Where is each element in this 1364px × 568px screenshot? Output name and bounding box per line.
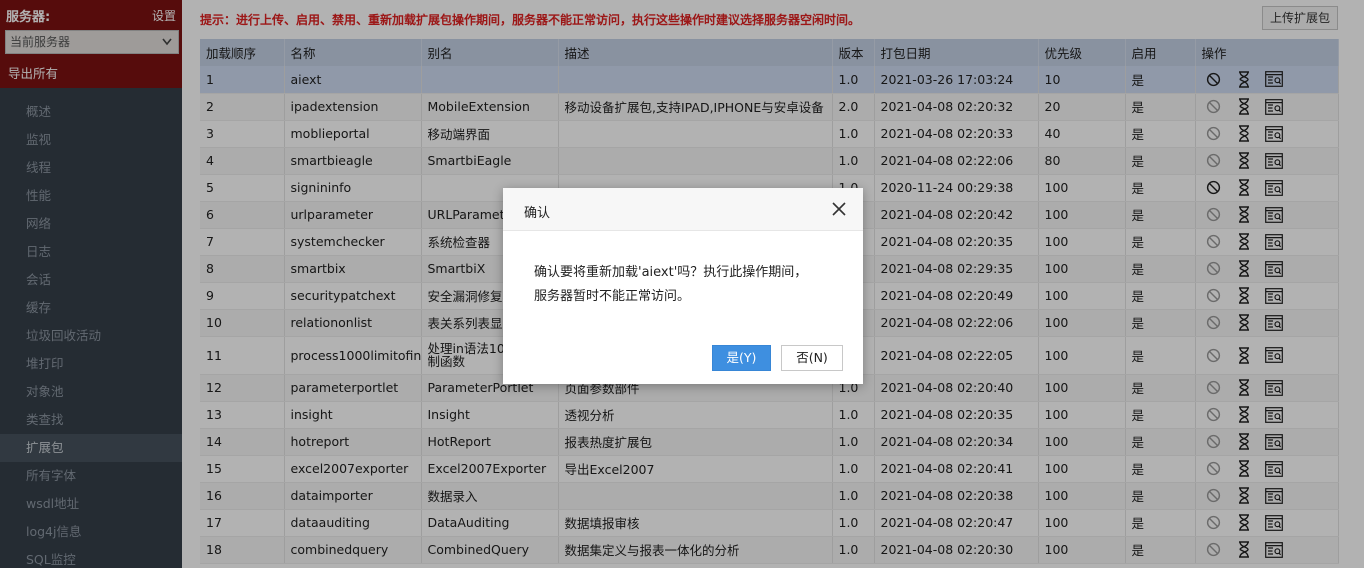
dialog-title: 确认 (524, 206, 551, 221)
confirm-dialog: 确认 确认要将重新加载'aiext'吗？执行此操作期间， 服务器暂时不能正常访问… (503, 188, 863, 384)
yes-button[interactable]: 是(Y) (712, 345, 771, 371)
dialog-message-line1: 确认要将重新加载'aiext'吗？执行此操作期间， (534, 265, 808, 280)
dialog-message: 确认要将重新加载'aiext'吗？执行此操作期间， 服务器暂时不能正常访问。 (534, 261, 834, 309)
dialog-message-line2: 服务器暂时不能正常访问。 (534, 289, 691, 304)
no-button[interactable]: 否(N) (781, 345, 843, 371)
close-icon[interactable] (831, 201, 847, 217)
dialog-header: 确认 (503, 188, 863, 231)
